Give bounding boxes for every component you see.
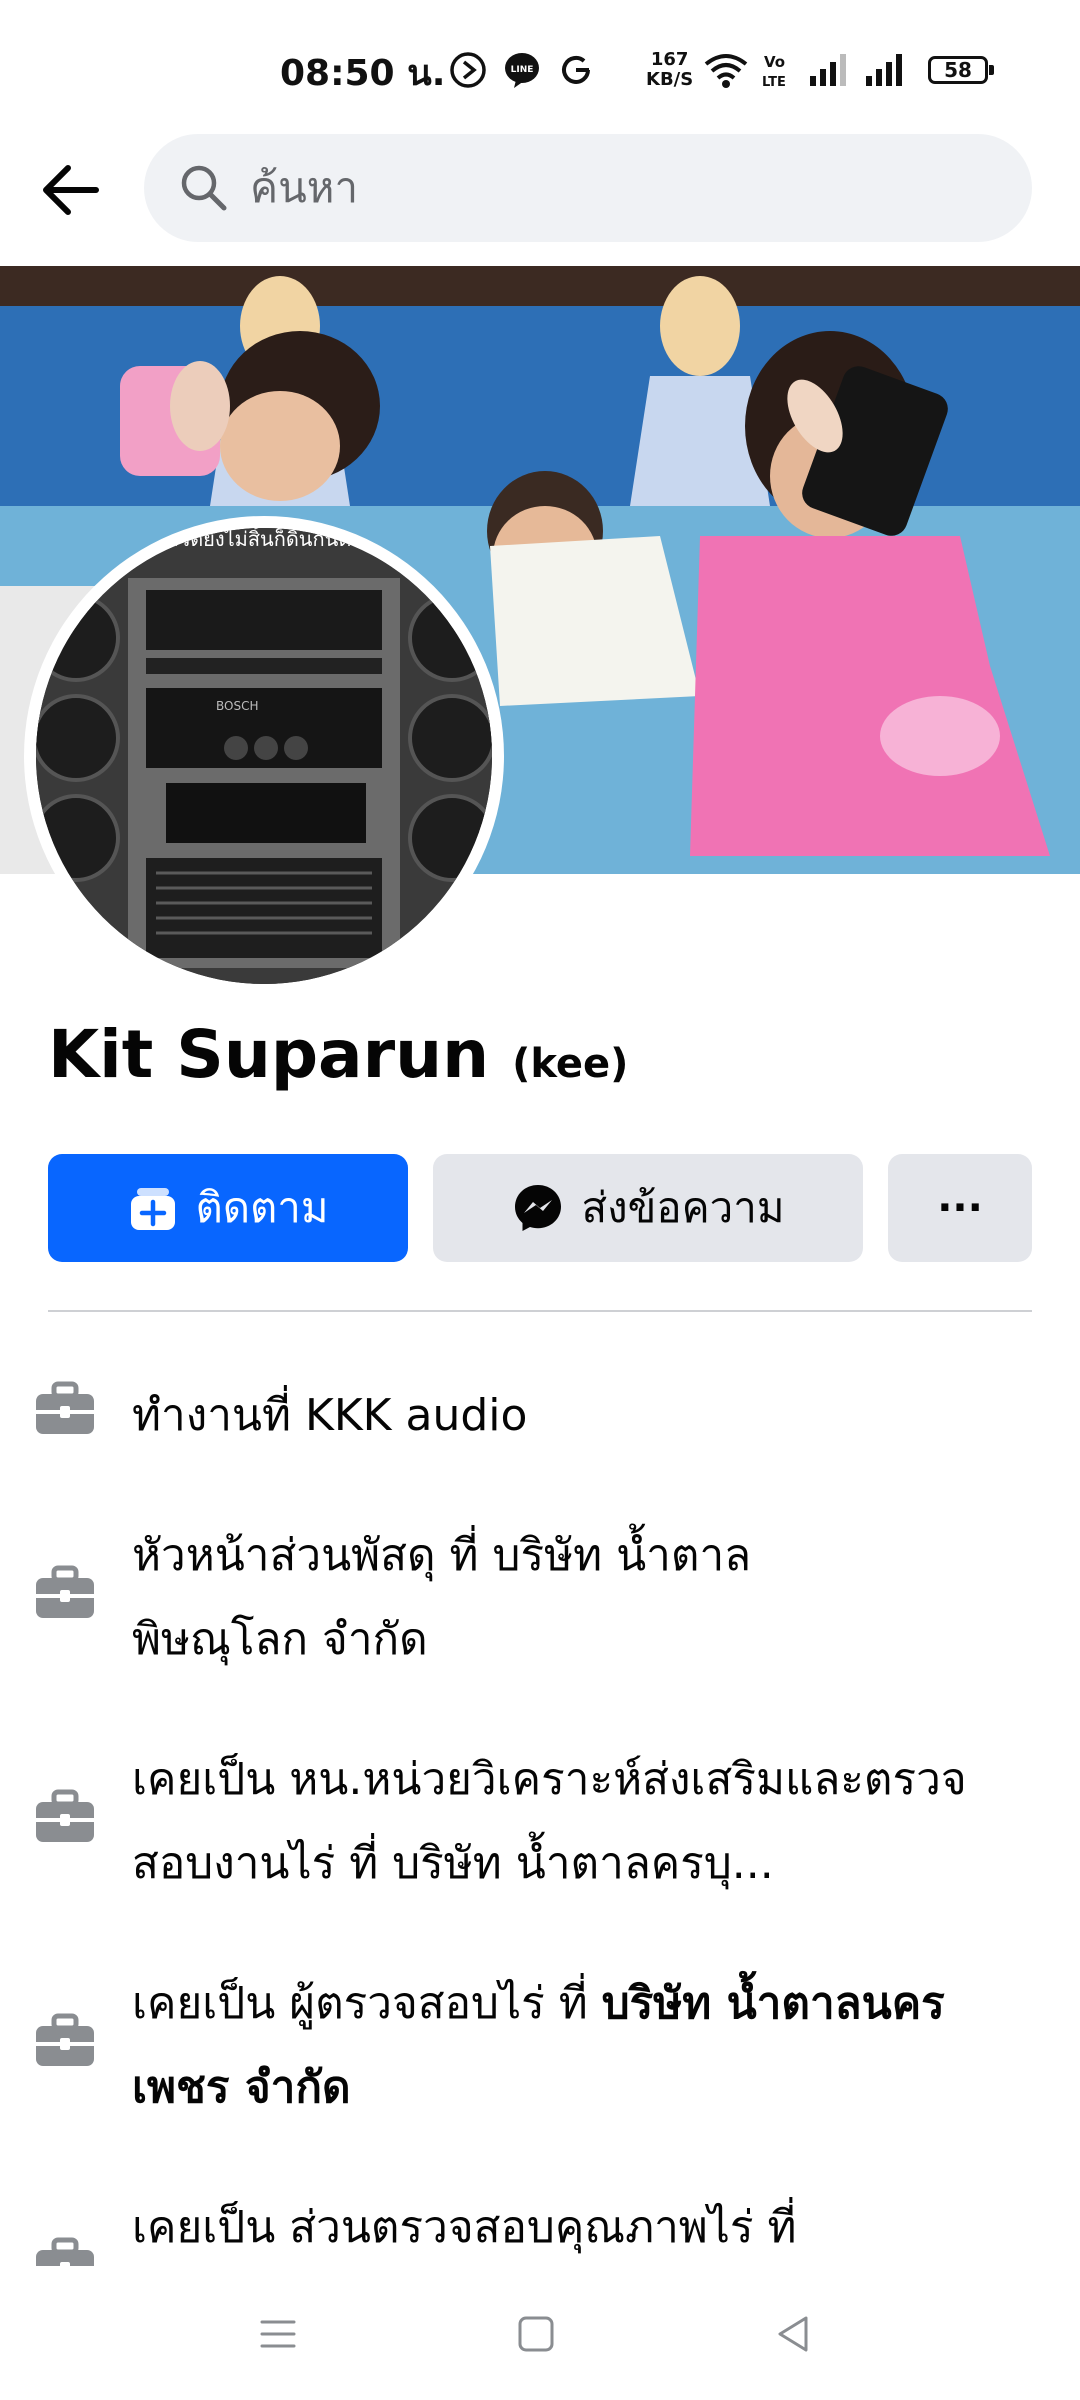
- search-input[interactable]: ค้นหา: [144, 134, 1032, 242]
- avatar[interactable]: ถ้าชีวิตยังไม่สิ้นก็ดิ้นกันต่อไป BOSCH: [36, 528, 492, 984]
- work-item: หัวหน้าส่วนพัสดุ ที่ บริษัท น้ำตาล พิษณุ…: [0, 1514, 1080, 1682]
- home-button[interactable]: [506, 2304, 566, 2364]
- profile-name-text: Kit Suparun: [48, 1016, 490, 1093]
- message-button[interactable]: ส่งข้อความ: [433, 1154, 863, 1262]
- svg-text:Vo: Vo: [764, 53, 785, 71]
- play-circle-icon: [450, 52, 486, 88]
- google-icon: [562, 55, 590, 84]
- search-placeholder: ค้นหา: [250, 163, 359, 212]
- briefcase-icon: [36, 1381, 94, 1434]
- work-text: เคยเป็น ผู้ตรวจสอบไร่ ที่ บริษัท น้ำตาลน…: [132, 1978, 945, 2113]
- briefcase-icon: [36, 1565, 94, 1618]
- line-app-icon: LINE: [505, 53, 539, 88]
- menu-icon: [260, 2320, 296, 2348]
- battery-indicator: 58: [928, 56, 994, 84]
- system-nav-bar: [0, 2266, 1080, 2400]
- home-square-icon: [518, 2316, 554, 2352]
- svg-text:LTE: LTE: [762, 75, 786, 90]
- back-button[interactable]: [28, 148, 112, 232]
- work-item: เคยเป็น หน.หน่วยวิเคราะห์ส่งเสริมและตรวจ…: [0, 1738, 1080, 1906]
- profile-alternate-name: (kee): [512, 1041, 629, 1087]
- recent-apps-button[interactable]: [248, 2304, 308, 2364]
- avatar-brand: BOSCH: [216, 699, 259, 713]
- follow-icon: [131, 1188, 176, 1230]
- search-icon: [181, 165, 227, 211]
- status-time: 08:50 น.: [280, 53, 446, 94]
- work-text: ทำงานที่ KKK audio: [132, 1390, 528, 1441]
- message-label: ส่งข้อความ: [581, 1183, 785, 1232]
- section-divider: [48, 1310, 1032, 1312]
- follow-button[interactable]: ติดตาม: [48, 1154, 408, 1262]
- profile-name: Kit Suparun (kee): [48, 1016, 628, 1093]
- briefcase-icon: [36, 1789, 94, 1842]
- work-text: เคยเป็น ส่วนตรวจสอบคุณภาพไร่ ที่: [132, 2202, 797, 2253]
- more-options-button[interactable]: ···: [888, 1154, 1032, 1262]
- wifi-icon: [704, 54, 748, 88]
- system-back-button[interactable]: [764, 2304, 824, 2364]
- network-speed: 167 KB/S: [646, 49, 694, 90]
- volte-icon: Vo LTE: [762, 53, 786, 90]
- briefcase-icon: [36, 2013, 94, 2066]
- svg-text:LINE: LINE: [511, 65, 534, 75]
- work-item: ทำงานที่ KKK audio: [0, 1374, 1080, 1458]
- work-text: เคยเป็น หน.หน่วยวิเคราะห์ส่งเสริมและตรวจ…: [132, 1754, 967, 1889]
- signal-icon-2: [866, 54, 902, 86]
- briefcase-icon: [36, 2237, 94, 2266]
- signal-icon-1: [810, 54, 846, 86]
- follow-label: ติดตาม: [195, 1183, 329, 1232]
- back-arrow-icon: [43, 165, 99, 215]
- work-item: เคยเป็น ผู้ตรวจสอบไร่ ที่ บริษัท น้ำตาลน…: [0, 1962, 1080, 2130]
- more-options-icon: ···: [937, 1185, 983, 1231]
- back-triangle-icon: [778, 2316, 808, 2352]
- work-text: หัวหน้าส่วนพัสดุ ที่ บริษัท น้ำตาล พิษณุ…: [132, 1530, 752, 1665]
- work-item: เคยเป็น ส่วนตรวจสอบคุณภาพไร่ ที่: [0, 2186, 1080, 2266]
- messenger-icon: [515, 1185, 562, 1231]
- status-bar: 08:50 น. LINE 167 KB/S Vo LTE 58: [0, 0, 1080, 130]
